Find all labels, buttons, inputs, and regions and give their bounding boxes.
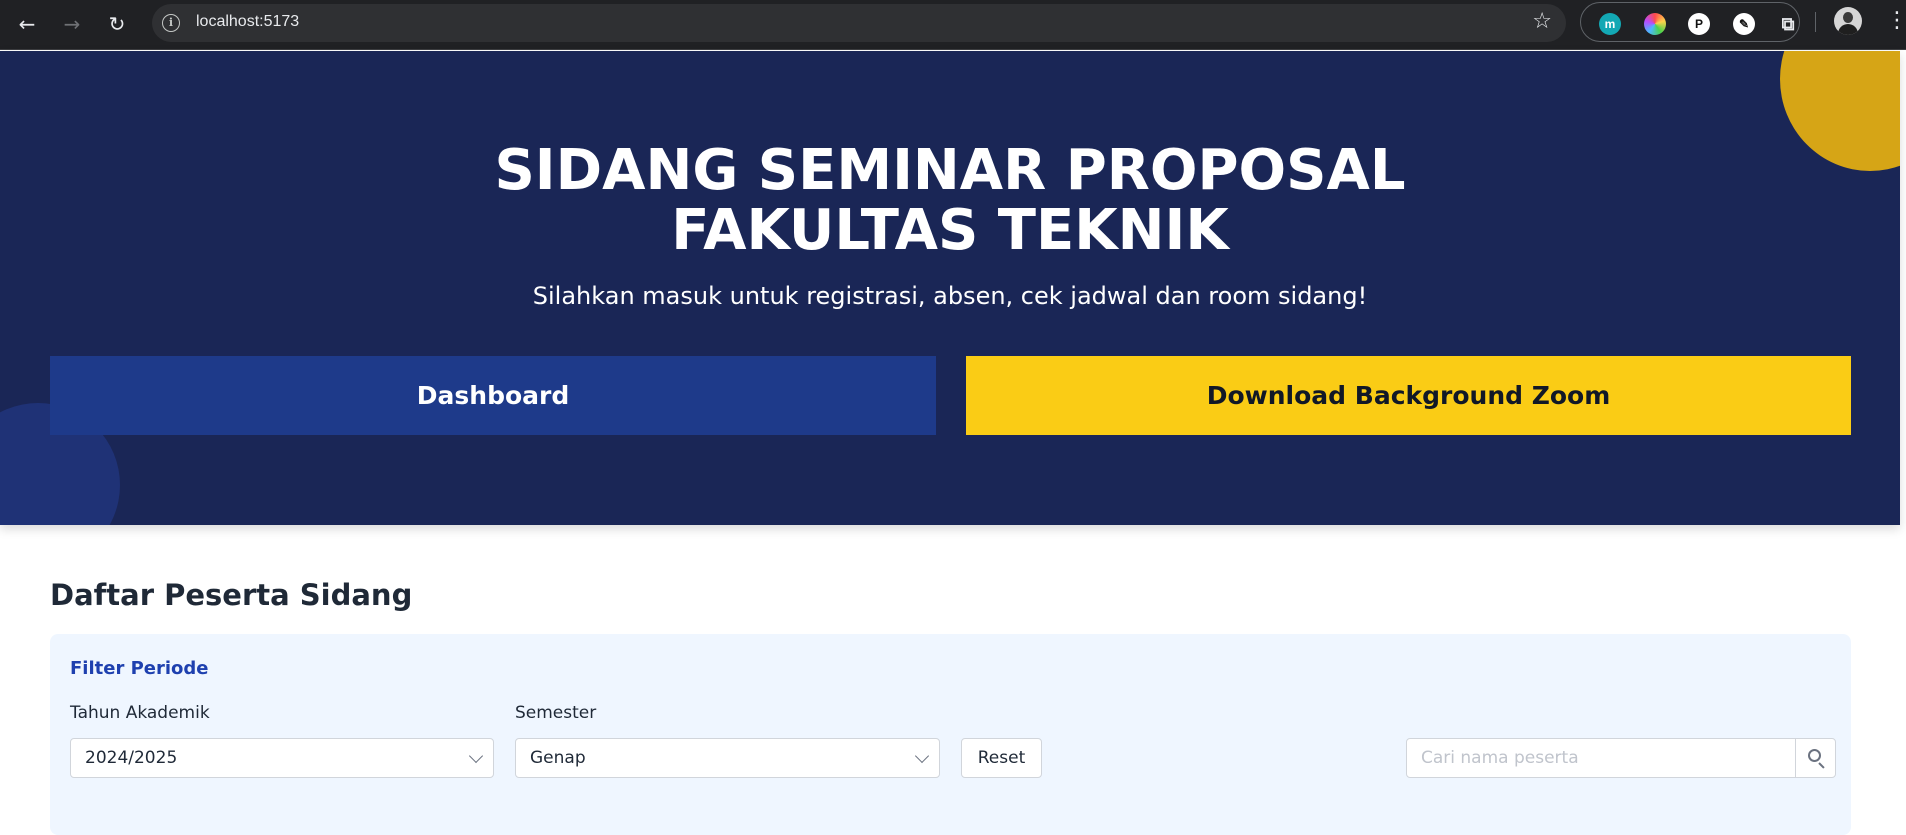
forward-icon[interactable]: → [57,9,87,39]
filter-panel: Filter Periode Tahun Akademik 2024/2025 … [50,634,1851,835]
back-icon[interactable]: ← [12,9,42,39]
avatar-body [1838,24,1858,35]
browser-menu-icon[interactable]: ⋮ [1886,10,1906,32]
hero-subtitle: Silahkan masuk untuk registrasi, absen, … [532,282,1368,310]
toolbar-separator [1815,12,1816,32]
hero-banner: SIDANG SEMINAR PROPOSAL FAKULTAS TEKNIK … [0,51,1900,525]
academic-year-label: Tahun Akademik [70,703,210,723]
semester-value: Genap [530,748,586,768]
academic-year-select[interactable]: 2024/2025 [70,738,494,778]
participants-heading: Daftar Peserta Sidang [50,578,413,612]
extensions-group: m P ✎ ⧉ [1580,2,1800,42]
hero-title-line1: SIDANG SEMINAR PROPOSAL [494,138,1406,203]
reset-button[interactable]: Reset [961,738,1042,778]
color-wheel-extension-icon[interactable] [1644,13,1666,35]
search-participant-input[interactable] [1406,738,1796,778]
chevron-down-icon [468,748,484,764]
chevron-down-icon [914,748,930,764]
hero-title: SIDANG SEMINAR PROPOSAL FAKULTAS TEKNIK [0,141,1900,261]
reload-icon[interactable]: ↻ [102,9,132,39]
m-extension-icon[interactable]: m [1599,13,1621,35]
profile-avatar[interactable] [1834,7,1862,35]
browser-toolbar: ← → ↻ i localhost:5173 ☆ m P ✎ ⧉ ⋮ [0,0,1906,50]
puzzle-extension-icon[interactable]: ⧉ [1777,13,1799,35]
p-extension-icon[interactable]: P [1688,13,1710,35]
search-icon [1808,749,1821,762]
eyedropper-extension-icon[interactable]: ✎ [1733,13,1755,35]
search-button[interactable] [1795,738,1836,778]
academic-year-value: 2024/2025 [85,748,178,768]
address-bar[interactable]: i localhost:5173 ☆ [152,4,1566,42]
url-text[interactable]: localhost:5173 [196,13,299,31]
filter-title: Filter Periode [70,658,209,679]
search-icon-handle [1818,762,1825,769]
hero-title-line2: FAKULTAS TEKNIK [671,198,1229,263]
avatar-head [1843,12,1853,23]
bookmark-star-icon[interactable]: ☆ [1532,9,1552,34]
site-info-icon[interactable]: i [162,14,180,32]
dashboard-button[interactable]: Dashboard [50,356,936,435]
semester-label: Semester [515,703,597,723]
download-background-zoom-button[interactable]: Download Background Zoom [966,356,1851,435]
semester-select[interactable]: Genap [515,738,940,778]
